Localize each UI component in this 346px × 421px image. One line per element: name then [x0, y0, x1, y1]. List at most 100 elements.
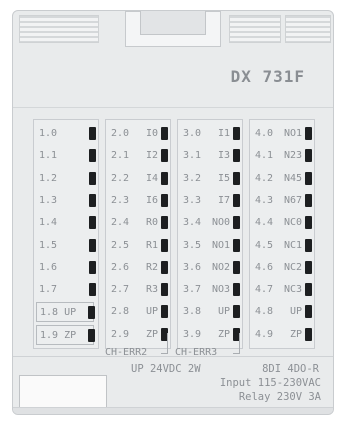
- terminal-function-label: I0: [145, 128, 158, 139]
- terminal-function-label: NO3: [211, 284, 230, 296]
- status-led-icon: [88, 306, 95, 320]
- status-led-icon: [305, 216, 312, 230]
- terminal-label: 4.4: [255, 217, 274, 229]
- terminal-row: 4.2 N45: [252, 169, 312, 189]
- terminal-label: 1.4: [39, 217, 58, 229]
- terminal-function-label: NC0: [283, 217, 302, 229]
- terminal-row: 4.7 NC3: [252, 280, 312, 300]
- terminal-label: 4.6: [255, 261, 274, 273]
- terminal-label: 4.2: [255, 172, 274, 184]
- terminal-label: 2.3: [111, 194, 130, 206]
- terminal-row: 1.7: [36, 280, 96, 300]
- terminal-function-label: ZP: [289, 328, 302, 340]
- terminal-label: 3.9: [183, 328, 202, 340]
- status-led-icon: [89, 260, 96, 274]
- terminal-row: 2.3 I6: [108, 191, 168, 211]
- status-led-icon: [305, 283, 312, 297]
- status-led-icon: [161, 171, 168, 185]
- terminal-row: 1.1: [36, 146, 96, 166]
- terminal-row: 2.6 R2: [108, 258, 168, 278]
- terminal-label: 2.4: [111, 217, 130, 229]
- terminal-row: 3.4 NO0: [180, 213, 240, 233]
- terminal-function-label: I3: [217, 150, 230, 162]
- terminal-row: 4.1 N23: [252, 146, 312, 166]
- terminal-label: 4.3: [255, 194, 274, 206]
- terminal-function-label: NO2: [211, 261, 230, 273]
- status-led-icon: [305, 327, 312, 341]
- status-led-icon: [305, 171, 312, 185]
- terminal-column-4: 4.0 NO1 4.1 N23 4.2 N45 4.3 N67 4.4 NC0 4.5 NC1 4.6 N…: [249, 119, 315, 349]
- terminal-label: 3.3: [183, 194, 202, 206]
- terminal-function-label: ZP: [217, 328, 230, 340]
- relay-spec: Relay 230V 3A: [238, 391, 321, 403]
- terminal-row: 1.8 UP: [36, 302, 95, 323]
- terminal-row: 1.9 ZP: [36, 324, 95, 345]
- status-led-icon: [233, 238, 240, 252]
- status-led-icon: [89, 127, 96, 140]
- terminal-column-3: 3.0 I1 3.1 I3 3.2 I5 3.3 I7 3.4 NO0 3.5 NO1 3.6 NO2 3.…: [177, 119, 243, 349]
- terminal-label: 3.1: [183, 150, 202, 162]
- status-led-icon: [233, 283, 240, 297]
- terminal-function-label: UP: [289, 306, 302, 318]
- terminal-label: 1.2: [39, 172, 58, 184]
- terminal-label: 3.4: [183, 217, 202, 229]
- terminal-function-label: I1: [217, 128, 230, 139]
- status-led-icon: [233, 171, 240, 185]
- terminal-column-2: 2.0 I0 2.1 I2 2.2 I4 2.3 I6 2.4 R0 2.5 R1 2.6 R2 2.7 R3…: [105, 119, 171, 349]
- status-led-icon: [305, 260, 312, 274]
- terminal-function-label: R1: [145, 239, 158, 251]
- terminal-function-label: I4: [145, 172, 158, 184]
- status-led-icon: [161, 216, 168, 230]
- terminal-function-label: UP: [217, 306, 230, 318]
- terminal-function-label: ZP: [145, 328, 158, 340]
- status-led-icon: [233, 305, 240, 319]
- status-led-icon: [233, 149, 240, 163]
- top-vents: [13, 11, 333, 55]
- bottom-separator: [13, 356, 333, 357]
- terminal-row: 3.5 NO1: [180, 236, 240, 256]
- terminal-row: 3.7 NO3: [180, 280, 240, 300]
- terminal-function-label: I2: [145, 150, 158, 162]
- status-led-icon: [305, 238, 312, 252]
- ch-err2-bracket: [161, 333, 168, 354]
- status-led-icon: [161, 127, 168, 140]
- terminal-label: 2.0: [111, 128, 130, 139]
- terminal-label: 1.0: [39, 128, 58, 139]
- status-led-icon: [89, 171, 96, 185]
- terminal-function-label: N45: [283, 172, 302, 184]
- terminal-row: 1.3: [36, 191, 96, 211]
- terminal-label: 1.7: [39, 284, 58, 296]
- terminal-label: 1.8 UP: [40, 307, 77, 319]
- terminal-row: 3.1 I3: [180, 146, 240, 166]
- terminal-function-label: NO1: [211, 239, 230, 251]
- terminal-label: 3.8: [183, 306, 202, 318]
- terminal-row: 3.8 UP: [180, 302, 240, 322]
- status-led-icon: [305, 127, 312, 140]
- terminal-label: 4.9: [255, 328, 274, 340]
- terminal-function-label: I5: [217, 172, 230, 184]
- terminal-label: 3.7: [183, 284, 202, 296]
- terminal-label: 3.5: [183, 239, 202, 251]
- terminal-label: 3.6: [183, 261, 202, 273]
- status-led-icon: [89, 193, 96, 207]
- terminal-label: 2.7: [111, 284, 130, 296]
- status-led-icon: [161, 260, 168, 274]
- terminal-row: 2.4 R0: [108, 213, 168, 233]
- status-led-icon: [233, 193, 240, 207]
- terminal-row: 4.0 NO1: [252, 124, 312, 144]
- status-led-icon: [233, 127, 240, 140]
- divider: [13, 107, 333, 108]
- io-module: DX 731F 1.0 1.1 1.2 1.3 1.4 1.5 1.6 1.7 1.8 UP 1.…: [12, 10, 334, 415]
- terminal-row: 4.6 NC2: [252, 258, 312, 278]
- terminal-label: 2.1: [111, 150, 130, 162]
- terminal-function-label: N67: [283, 194, 302, 206]
- status-led-icon: [305, 193, 312, 207]
- terminal-function-label: R2: [145, 261, 158, 273]
- terminal-label: 1.6: [39, 261, 58, 273]
- io-spec: 8DI 4DO-R: [262, 363, 319, 375]
- terminal-row: 3.6 NO2: [180, 258, 240, 278]
- terminal-row: 1.5: [36, 236, 96, 256]
- terminal-label: 2.5: [111, 239, 130, 251]
- terminal-row: 2.0 I0: [108, 124, 168, 144]
- status-led-icon: [233, 216, 240, 230]
